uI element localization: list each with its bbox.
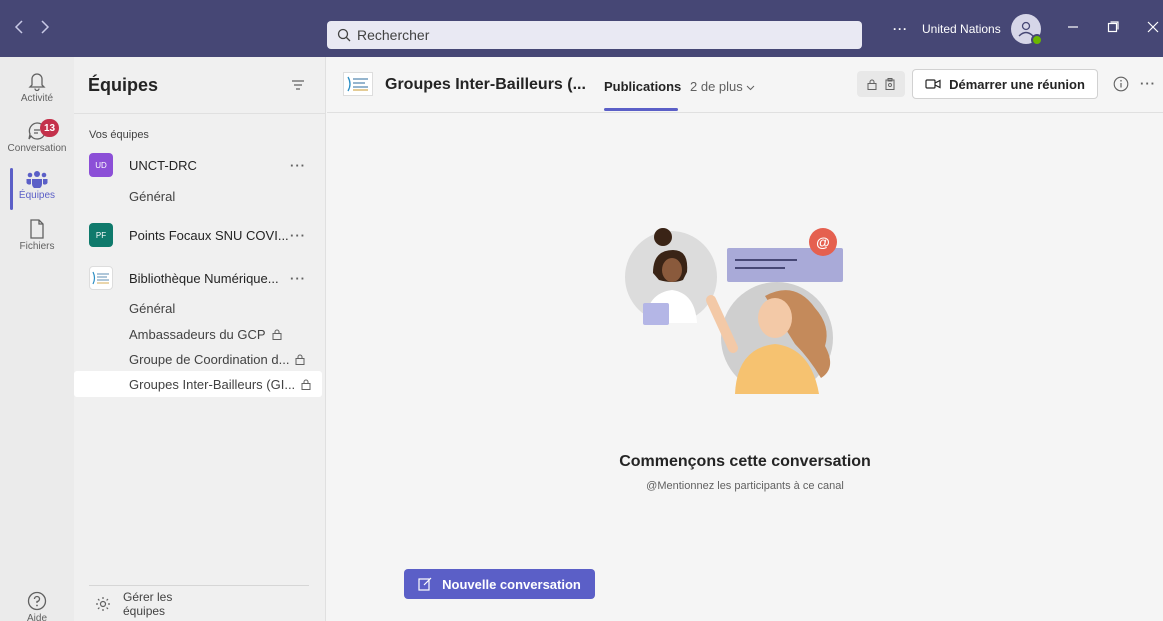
- minimize-icon[interactable]: [1067, 20, 1079, 38]
- manage-line1: Gérer les: [123, 590, 173, 604]
- team-logo: [89, 266, 113, 290]
- lock-icon: [295, 354, 305, 365]
- divider: [74, 113, 325, 114]
- history-nav: [14, 0, 50, 57]
- settings-more-button[interactable]: ···: [893, 22, 908, 36]
- manage-line2: équipes: [123, 604, 166, 618]
- unread-badge: 13: [40, 119, 60, 137]
- panel-header: Équipes: [74, 57, 325, 113]
- team-avatar: PF: [89, 223, 113, 247]
- maximize-icon[interactable]: [1107, 20, 1119, 38]
- lock-icon[interactable]: [867, 79, 877, 90]
- team-name: Bibliothèque Numérique...: [129, 270, 279, 286]
- manage-teams-button[interactable]: Gérer les équipes: [95, 590, 172, 618]
- channel-general[interactable]: Général: [129, 189, 175, 204]
- empty-state-illustration: @: [625, 228, 843, 394]
- help-icon: [27, 591, 47, 611]
- channel-ambassadeurs[interactable]: Ambassadeurs du GCP: [129, 327, 282, 342]
- gear-icon: [96, 597, 110, 611]
- appbar-item-files[interactable]: Fichiers: [0, 219, 74, 252]
- manage-label: Gérer les équipes: [123, 590, 172, 618]
- start-meeting-button[interactable]: Démarrer une réunion: [912, 69, 1098, 99]
- video-camera-icon: [925, 79, 941, 89]
- appbar-item-activity[interactable]: Activité: [0, 71, 74, 104]
- file-icon: [30, 219, 44, 239]
- appbar-label: Fichiers: [19, 241, 55, 252]
- channel-label: Groupes Inter-Bailleurs (GI...: [129, 376, 296, 392]
- compose-icon: [418, 577, 432, 591]
- channel-title: Groupes Inter-Bailleurs (...: [385, 76, 586, 93]
- presence-status-icon: [1030, 33, 1043, 46]
- section-label: Vos équipes: [89, 129, 149, 141]
- channel-label: Groupe de Coordination d...: [129, 352, 290, 367]
- teams-panel: Équipes Vos équipes UD UNCT-DRC ··· Géné…: [74, 57, 326, 621]
- team-more-button[interactable]: ···: [290, 271, 306, 286]
- channel-more-button[interactable]: ···: [1140, 76, 1156, 91]
- team-bibliotheque[interactable]: Bibliothèque Numérique... ···: [89, 263, 321, 293]
- appbar-label: Conversation: [7, 143, 67, 154]
- title-right: ··· United Nations: [893, 0, 1159, 57]
- svg-text:@: @: [816, 234, 830, 250]
- app-bar: Activité 13 Conversation Équipes Fichier…: [0, 57, 74, 621]
- new-conversation-label: Nouvelle conversation: [442, 576, 581, 592]
- appbar-label: Équipes: [18, 190, 56, 201]
- teams-icon: [26, 171, 48, 188]
- filter-icon[interactable]: [291, 79, 305, 91]
- tab-more-label: 2 de plus: [690, 79, 743, 94]
- empty-state-title: Commençons cette conversation: [619, 453, 871, 470]
- team-unct-drc[interactable]: UD UNCT-DRC ···: [89, 150, 321, 180]
- tab-publications[interactable]: Publications: [604, 79, 681, 94]
- channel-header: Groupes Inter-Bailleurs (... Publication…: [327, 57, 1163, 113]
- start-meeting-label: Démarrer une réunion: [949, 76, 1085, 92]
- divider: [89, 585, 309, 586]
- clipboard-icon[interactable]: [885, 78, 895, 90]
- chevron-down-icon: [747, 85, 755, 91]
- search-input[interactable]: Rechercher: [327, 21, 862, 49]
- channel-inter-bailleurs[interactable]: Groupes Inter-Bailleurs (GI...: [74, 371, 322, 397]
- team-name: UNCT-DRC: [129, 157, 197, 173]
- active-tab-indicator: [604, 108, 678, 111]
- title-bar: Rechercher ··· United Nations: [0, 0, 1163, 57]
- channel-coordination[interactable]: Groupe de Coordination d...: [129, 352, 305, 367]
- window-controls: [1067, 20, 1159, 38]
- forward-icon[interactable]: [40, 18, 50, 39]
- team-more-button[interactable]: ···: [290, 158, 306, 173]
- team-more-button[interactable]: ···: [290, 228, 306, 243]
- bell-icon: [28, 73, 46, 91]
- lock-icon: [301, 379, 311, 390]
- appbar-label: Activité: [20, 93, 54, 104]
- appbar-label: Aide: [26, 613, 47, 621]
- channel-label: Ambassadeurs du GCP: [129, 327, 266, 342]
- channel-general[interactable]: Général: [129, 301, 175, 316]
- tab-more-dropdown[interactable]: 2 de plus: [690, 79, 755, 94]
- appbar-item-conversation[interactable]: 13 Conversation: [0, 119, 74, 154]
- team-logo: [343, 72, 373, 96]
- new-conversation-button[interactable]: Nouvelle conversation: [404, 569, 595, 599]
- lock-icon: [272, 329, 282, 340]
- close-icon[interactable]: [1147, 20, 1159, 38]
- empty-state-subtitle: @Mentionnez les participants à ce canal: [646, 480, 844, 492]
- info-icon[interactable]: [1113, 76, 1129, 92]
- back-icon[interactable]: [14, 18, 24, 39]
- team-avatar: UD: [89, 153, 113, 177]
- team-name: Points Focaux SNU COVI...: [129, 227, 289, 243]
- search-placeholder: Rechercher: [357, 27, 430, 43]
- appbar-item-teams[interactable]: Équipes: [0, 168, 74, 210]
- appbar-item-help[interactable]: Aide: [0, 591, 74, 621]
- profile-avatar[interactable]: [1010, 13, 1043, 46]
- panel-title: Équipes: [88, 74, 159, 95]
- team-points-focaux[interactable]: PF Points Focaux SNU COVI... ···: [89, 220, 321, 250]
- header-icons: [857, 71, 905, 97]
- org-name[interactable]: United Nations: [922, 22, 1001, 36]
- main-area: Groupes Inter-Bailleurs (... Publication…: [327, 57, 1163, 621]
- search-icon: [337, 28, 351, 42]
